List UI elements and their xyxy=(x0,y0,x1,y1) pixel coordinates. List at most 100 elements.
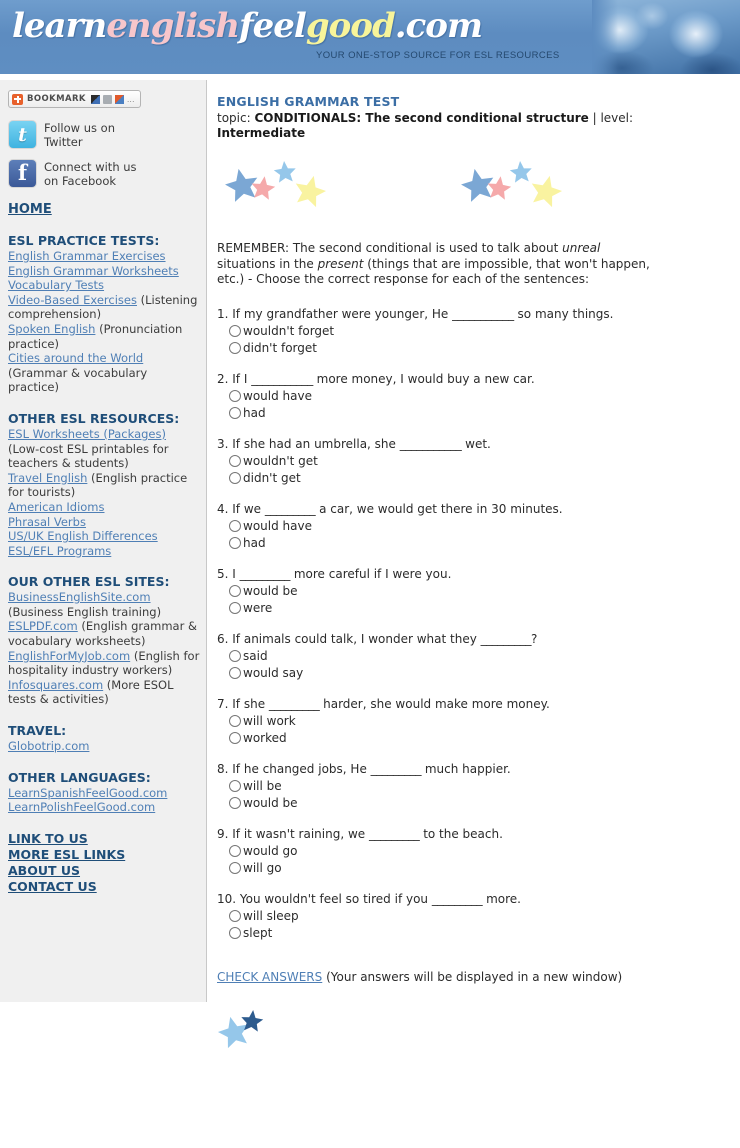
radio-button[interactable] xyxy=(229,455,241,467)
radio-button[interactable] xyxy=(229,927,241,939)
answer-option[interactable]: would have xyxy=(229,518,726,535)
question-number: 8. xyxy=(217,761,229,776)
sidebar-item-link[interactable]: Video-Based Exercises xyxy=(8,293,137,307)
answer-option[interactable]: worked xyxy=(229,730,726,747)
twitter-icon[interactable]: t xyxy=(8,120,37,149)
bookmark-widget[interactable]: BOOKMARK ... xyxy=(8,90,141,108)
sidebar-item-link[interactable]: US/UK English Differences xyxy=(8,529,158,543)
facebook-line-1: Connect with us xyxy=(44,160,137,174)
social-facebook[interactable]: f Connect with us on Facebook xyxy=(8,159,200,188)
sidebar-bold-link[interactable]: ABOUT US xyxy=(8,863,200,879)
sidebar-item-link[interactable]: Globotrip.com xyxy=(8,739,89,753)
answer-option[interactable]: wouldn't get xyxy=(229,453,726,470)
answer-option[interactable]: would be xyxy=(229,795,726,812)
answer-option[interactable]: said xyxy=(229,648,726,665)
question-number: 1. xyxy=(217,306,229,321)
question-blank: _________ xyxy=(368,826,420,841)
sidebar-item-link[interactable]: Travel English xyxy=(8,471,87,485)
radio-button[interactable] xyxy=(229,845,241,857)
bookmark-label: BOOKMARK xyxy=(27,94,86,104)
sidebar-item-link[interactable]: BusinessEnglishSite.com xyxy=(8,590,151,604)
social-twitter[interactable]: t Follow us on Twitter xyxy=(8,120,200,149)
radio-button[interactable] xyxy=(229,585,241,597)
sidebar-item-link[interactable]: English Grammar Worksheets xyxy=(8,264,179,278)
sidebar-item-link[interactable]: ESLPDF.com xyxy=(8,619,78,633)
radio-button[interactable] xyxy=(229,602,241,614)
radio-button[interactable] xyxy=(229,390,241,402)
radio-button[interactable] xyxy=(229,732,241,744)
sidebar-item-link[interactable]: Infosquares.com xyxy=(8,678,103,692)
star-yellow-icon-2 xyxy=(529,174,563,208)
answer-option[interactable]: will be xyxy=(229,778,726,795)
sidebar-item-link[interactable]: English Grammar Exercises xyxy=(8,249,166,263)
sidebar-item-link[interactable]: American Idioms xyxy=(8,500,105,514)
share-more-icon[interactable] xyxy=(114,94,124,104)
answer-option[interactable]: slept xyxy=(229,925,726,942)
radio-button[interactable] xyxy=(229,667,241,679)
answer-option[interactable]: will go xyxy=(229,860,726,877)
share-friends-icon[interactable] xyxy=(102,94,112,104)
sidebar-home[interactable]: HOME xyxy=(8,202,200,217)
site-logo[interactable]: learnenglishfeelgood.com xyxy=(12,6,483,46)
answer-option[interactable]: wouldn't forget xyxy=(229,323,726,340)
radio-button[interactable] xyxy=(229,407,241,419)
question-text: 1. If my grandfather were younger, He __… xyxy=(217,306,726,322)
instructions-part-1: REMEMBER: The second conditional is used… xyxy=(217,241,563,255)
facebook-icon[interactable]: f xyxy=(8,159,37,188)
sidebar-item-link[interactable]: ESL/EFL Programs xyxy=(8,544,111,558)
sidebar-section-links: LearnSpanishFeelGood.com LearnPolishFeelG… xyxy=(8,786,200,815)
sidebar-bold-link[interactable]: LINK TO US xyxy=(8,831,200,847)
check-answers-link[interactable]: CHECK ANSWERS xyxy=(217,970,322,984)
radio-button[interactable] xyxy=(229,910,241,922)
sidebar-item-link[interactable]: EnglishForMyJob.com xyxy=(8,649,130,663)
sidebar-item-link[interactable]: Cities around the World xyxy=(8,351,143,365)
answer-option[interactable]: will work xyxy=(229,713,726,730)
answer-option[interactable]: would have xyxy=(229,388,726,405)
sidebar-bold-link[interactable]: MORE ESL LINKS xyxy=(8,847,200,863)
share-generic-icon[interactable] xyxy=(90,94,100,104)
logo-part-feel: feel xyxy=(239,6,307,46)
sidebar-item-link[interactable]: LearnPolishFeelGood.com xyxy=(8,800,155,814)
question-text: 2. If I ___________ more money, I would … xyxy=(217,371,726,387)
answer-option[interactable]: didn't forget xyxy=(229,340,726,357)
answer-option-label: would have xyxy=(243,518,312,533)
instructions: REMEMBER: The second conditional is used… xyxy=(217,241,659,288)
answer-option-label: would be xyxy=(243,583,298,598)
answer-option[interactable]: will sleep xyxy=(229,908,726,925)
answer-option-label: had xyxy=(243,405,266,420)
sidebar-item-link[interactable]: LearnSpanishFeelGood.com xyxy=(8,786,167,800)
answer-option[interactable]: didn't get xyxy=(229,470,726,487)
answer-option[interactable]: would go xyxy=(229,843,726,860)
answer-option[interactable]: would say xyxy=(229,665,726,682)
radio-button[interactable] xyxy=(229,342,241,354)
radio-button[interactable] xyxy=(229,715,241,727)
radio-button[interactable] xyxy=(229,862,241,874)
sidebar: BOOKMARK ... t Follow us on Twitter f Co… xyxy=(0,80,207,1002)
radio-button[interactable] xyxy=(229,797,241,809)
bookmark-share-icons[interactable]: ... xyxy=(90,94,135,104)
question-text-before: I xyxy=(228,566,240,581)
sidebar-item-home[interactable]: HOME xyxy=(8,202,52,217)
answer-option[interactable]: would be xyxy=(229,583,726,600)
radio-button[interactable] xyxy=(229,520,241,532)
sidebar-item-link[interactable]: Phrasal Verbs xyxy=(8,515,86,529)
radio-button[interactable] xyxy=(229,780,241,792)
radio-button[interactable] xyxy=(229,650,241,662)
radio-button[interactable] xyxy=(229,472,241,484)
radio-button[interactable] xyxy=(229,325,241,337)
bookmark-ellipsis[interactable]: ... xyxy=(127,95,135,104)
sidebar-bold-link[interactable]: CONTACT US xyxy=(8,879,200,895)
answer-option[interactable]: had xyxy=(229,535,726,552)
question-text: 4. If we _________ a car, we would get t… xyxy=(217,501,726,517)
answer-option[interactable]: were xyxy=(229,600,726,617)
sidebar-item-link[interactable]: ESL Worksheets (Packages) xyxy=(8,427,166,441)
sidebar-item-link[interactable]: Spoken English xyxy=(8,322,95,336)
check-answers-note: (Your answers will be displayed in a new… xyxy=(322,969,623,984)
page-columns: BOOKMARK ... t Follow us on Twitter f Co… xyxy=(0,80,740,1075)
radio-button[interactable] xyxy=(229,537,241,549)
question-text-after: harder, she would make more money. xyxy=(319,696,550,711)
question-number: 5. xyxy=(217,566,229,581)
sidebar-item-link[interactable]: Vocabulary Tests xyxy=(8,278,104,292)
decorative-stars-top xyxy=(217,157,726,227)
answer-option[interactable]: had xyxy=(229,405,726,422)
